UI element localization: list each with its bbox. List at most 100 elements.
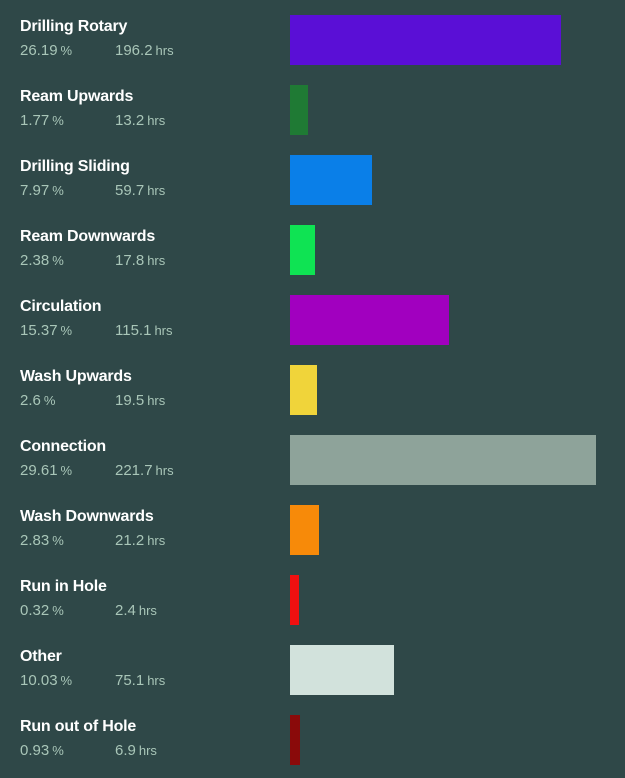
percent-value: 29.61% [20,462,72,479]
category-label: Wash Upwards [20,368,132,385]
hours-number: 6.9 [115,742,136,759]
percent-number: 1.77 [20,112,50,129]
hours-value: 196.2 hrs [115,42,174,59]
percent-value: 2.6% [20,392,55,409]
hours-value: 59.7 hrs [115,182,165,199]
hours-value: 221.7 hrs [115,462,174,479]
bar [290,15,561,65]
chart-row: Drilling Sliding 7.97% 59.7 hrs [0,140,625,210]
percent-number: 7.97 [20,182,50,199]
hours-value: 2.4 hrs [115,602,157,619]
category-label: Other [20,648,62,665]
chart-row: Ream Downwards 2.38% 17.8 hrs [0,210,625,280]
category-label: Ream Upwards [20,88,134,105]
bar [290,365,317,415]
percent-value: 1.77% [20,112,64,129]
percent-number: 2.6 [20,392,41,409]
percent-value: 10.03% [20,672,72,689]
percent-number: 2.38 [20,252,50,269]
percent-unit: % [52,183,64,198]
chart-row: Circulation 15.37% 115.1 hrs [0,280,625,350]
percent-unit: % [60,323,73,338]
hours-unit: hrs [138,743,157,758]
hours-number: 221.7 [115,462,153,479]
percent-unit: % [60,463,73,478]
bar [290,575,299,625]
hours-unit: hrs [147,393,166,408]
chart-row: Run in Hole 0.32% 2.4 hrs [0,560,625,630]
chart-row: Connection 29.61% 221.7 hrs [0,420,625,490]
chart-row: Ream Upwards 1.77% 13.2 hrs [0,70,625,140]
bar [290,225,315,275]
percent-unit: % [60,673,73,688]
percent-number: 15.37 [20,322,58,339]
category-label: Ream Downwards [20,228,156,245]
chart-row: Run out of Hole 0.93% 6.9 hrs [0,700,625,770]
percent-number: 2.83 [20,532,50,549]
category-label: Connection [20,438,106,455]
percent-number: 0.93 [20,742,50,759]
percent-value: 0.93% [20,742,64,759]
hours-value: 13.2 hrs [115,112,165,129]
chart-row: Wash Downwards 2.83% 21.2 hrs [0,490,625,560]
percent-unit: % [52,533,64,548]
hours-number: 19.5 [115,392,145,409]
chart-row: Drilling Rotary 26.19% 196.2 hrs [0,0,625,70]
bar [290,435,596,485]
hours-unit: hrs [154,323,173,338]
category-label: Run in Hole [20,578,107,595]
hours-number: 196.2 [115,42,153,59]
hours-value: 17.8 hrs [115,252,165,269]
hours-value: 115.1 hrs [115,322,173,339]
hours-unit: hrs [155,43,174,58]
percent-unit: % [52,253,64,268]
hours-unit: hrs [138,603,157,618]
percent-number: 29.61 [20,462,58,479]
category-label: Wash Downwards [20,508,154,525]
hours-unit: hrs [147,673,166,688]
hours-number: 13.2 [115,112,145,129]
percent-unit: % [52,113,64,128]
hours-unit: hrs [155,463,174,478]
chart-row: Other 10.03% 75.1 hrs [0,630,625,700]
activity-time-chart: Drilling Rotary 26.19% 196.2 hrs Ream Upward… [0,0,625,778]
category-label: Circulation [20,298,102,315]
percent-value: 26.19% [20,42,72,59]
hours-unit: hrs [147,533,166,548]
percent-unit: % [43,393,56,408]
hours-number: 75.1 [115,672,145,689]
hours-number: 59.7 [115,182,145,199]
percent-value: 0.32% [20,602,64,619]
hours-value: 19.5 hrs [115,392,165,409]
hours-value: 21.2 hrs [115,532,165,549]
category-label: Drilling Rotary [20,18,128,35]
bar [290,715,300,765]
percent-unit: % [60,43,73,58]
hours-number: 17.8 [115,252,145,269]
hours-unit: hrs [147,183,166,198]
category-label: Run out of Hole [20,718,137,735]
hours-value: 6.9 hrs [115,742,157,759]
chart-row: Wash Upwards 2.6% 19.5 hrs [0,350,625,420]
hours-value: 75.1 hrs [115,672,165,689]
percent-unit: % [52,603,64,618]
hours-number: 21.2 [115,532,145,549]
percent-value: 15.37% [20,322,72,339]
bar [290,505,319,555]
bar [290,295,449,345]
percent-value: 2.38% [20,252,64,269]
bar [290,85,308,135]
bar [290,155,372,205]
category-label: Drilling Sliding [20,158,130,175]
hours-number: 2.4 [115,602,136,619]
hours-unit: hrs [147,113,166,128]
bar [290,645,394,695]
percent-number: 26.19 [20,42,58,59]
percent-value: 7.97% [20,182,64,199]
percent-number: 10.03 [20,672,58,689]
hours-number: 115.1 [115,322,152,339]
hours-unit: hrs [147,253,166,268]
percent-value: 2.83% [20,532,64,549]
percent-unit: % [52,743,64,758]
percent-number: 0.32 [20,602,50,619]
